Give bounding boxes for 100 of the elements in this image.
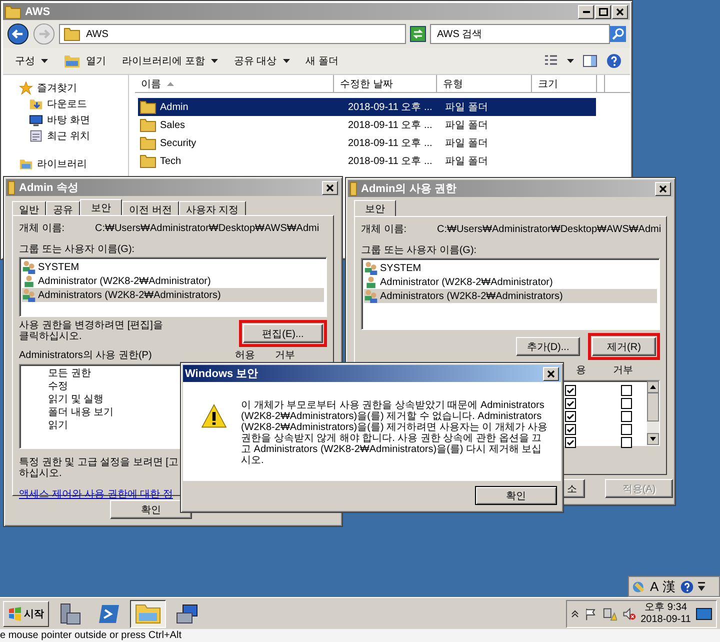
deny-checkbox[interactable] [621,385,632,396]
allow-checkbox[interactable] [565,411,576,422]
file-type: 파일 폴더 [445,101,489,114]
column-header[interactable]: 이름 [135,75,334,92]
allow-column-label: 허용 [235,349,256,362]
permission-name: 읽기 및 실행 [48,393,104,406]
scrollbar[interactable] [647,381,659,445]
deny-checkbox[interactable] [621,424,632,435]
user-item[interactable]: Administrators (W2K8-2₩Administrators) [364,289,657,303]
user-item[interactable]: SYSTEM [364,261,657,275]
tab[interactable]: 보안 [354,200,396,217]
user-item[interactable]: Administrator (W2K8-2₩Administrator) [364,275,657,289]
allow-checkbox[interactable] [565,398,576,409]
allow-checkbox[interactable] [565,437,576,448]
speaker-icon[interactable] [622,606,636,620]
advanced-hint: 특정 권한 및 고급 설정을 보려면 [고 [19,457,178,468]
permission-name: 수정 [48,380,68,393]
toolbar-item[interactable]: 구성 [11,52,52,70]
toolbar-item[interactable]: 열기 [60,52,110,70]
file-row[interactable]: Sales 2018-09-11 오후 ... 파일 폴더 [138,116,596,134]
add-button[interactable]: 추가(D)... [516,337,580,356]
folder-icon [135,604,161,624]
search-field[interactable]: AWS 검색 [430,24,610,44]
refresh-button[interactable] [410,26,426,42]
taskbar-app[interactable] [130,600,166,628]
options-icon[interactable] [698,582,705,592]
file-row[interactable]: Tech 2018-09-11 오후 ... 파일 폴더 [138,152,596,170]
user-item[interactable]: SYSTEM [22,260,324,274]
sidebar-item[interactable]: 다운로드 [19,96,128,111]
deny-checkbox[interactable] [621,411,632,422]
network-computer-icon [176,604,198,624]
close-icon [547,370,555,378]
window-title: AWS [25,6,50,18]
deny-checkbox[interactable] [621,398,632,409]
close-button[interactable] [543,366,559,380]
input-mode[interactable]: A [650,579,659,594]
clock-time[interactable]: 오후 9:34 [644,602,687,614]
file-row[interactable]: Security 2018-09-11 오후 ... 파일 폴더 [138,134,596,152]
flag-icon[interactable] [584,606,598,620]
folder-icon [350,182,357,196]
clock-date[interactable]: 2018-09-11 [640,614,691,626]
folder-icon [64,54,80,68]
file-name: Security [160,138,196,148]
permission-name: 읽기 [48,419,68,432]
file-type: 파일 폴더 [445,119,489,132]
toolbar-item[interactable]: 공유 대상 [230,52,294,70]
address-field[interactable]: AWS [59,24,406,44]
object-name-label: 개체 이름: [19,222,66,235]
start-button[interactable]: 시작 [3,600,49,626]
allow-column-label: 용 [576,364,587,377]
close-icon [659,184,667,192]
caret-icon[interactable] [567,59,574,63]
maximize-icon [598,8,608,16]
back-button[interactable] [7,23,29,45]
ok-button[interactable]: 확인 [475,486,557,505]
search-icon[interactable] [610,26,626,42]
column-header[interactable]: 수정한 날짜 [334,75,437,92]
allow-checkbox[interactable] [565,424,576,435]
deny-checkbox[interactable] [621,437,632,448]
preview-pane-icon[interactable] [582,53,598,69]
tab[interactable]: 사용자 지정 [178,201,246,216]
user-item[interactable]: Administrator (W2K8-2₩Administrator) [22,274,324,288]
tab[interactable]: 이전 버전 [122,201,179,216]
deny-column-label: 거부 [275,349,296,362]
user-icon [364,275,378,289]
chevron-icon[interactable] [570,610,579,618]
window-title: Admin 속성 [19,181,78,195]
ok-button[interactable]: 확인 [110,500,192,519]
column-header[interactable]: 유형 [437,75,532,92]
tab[interactable]: 공유 [46,201,80,216]
folder-icon [64,27,80,41]
file-type: 파일 폴더 [445,137,489,150]
minimize-icon [582,10,590,12]
users-icon [22,288,36,302]
sidebar-item[interactable]: 라이브러리 [19,156,128,171]
show-desktop-icon[interactable] [696,608,712,620]
tab[interactable]: 보안 [80,199,122,216]
tab[interactable]: 일반 [12,201,46,216]
sidebar-item[interactable]: 즐겨찾기 [19,80,128,95]
hanja-mode[interactable]: 漢 [662,578,676,596]
help-icon[interactable] [680,580,694,594]
windows-logo-icon [8,606,22,620]
sidebar-item[interactable]: 최근 위치 [19,128,128,143]
sidebar-item[interactable]: 바탕 화면 [19,112,128,127]
remove-button[interactable]: 제거(R) [592,337,656,356]
permissions-label: Administrators의 사용 권한(P) [19,349,152,362]
allow-checkbox[interactable] [565,385,576,396]
toolbar-item[interactable]: 새 폴더 [302,52,342,70]
close-icon [326,184,334,192]
column-header[interactable]: 크기 [532,75,597,92]
user-item[interactable]: Administrators (W2K8-2₩Administrators) [22,288,324,302]
network-icon[interactable] [602,606,617,620]
users-icon [364,289,378,303]
server-icon [59,602,81,624]
toolbar-item[interactable]: 라이브러리에 포함 [118,52,222,70]
deny-column-label: 거부 [613,364,634,377]
file-row[interactable]: Admin 2018-09-11 오후 ... 파일 폴더 [138,98,596,116]
edit-button[interactable]: 편집(E)... [243,324,323,343]
file-name: Admin [160,102,188,112]
help-icon[interactable] [606,53,622,69]
